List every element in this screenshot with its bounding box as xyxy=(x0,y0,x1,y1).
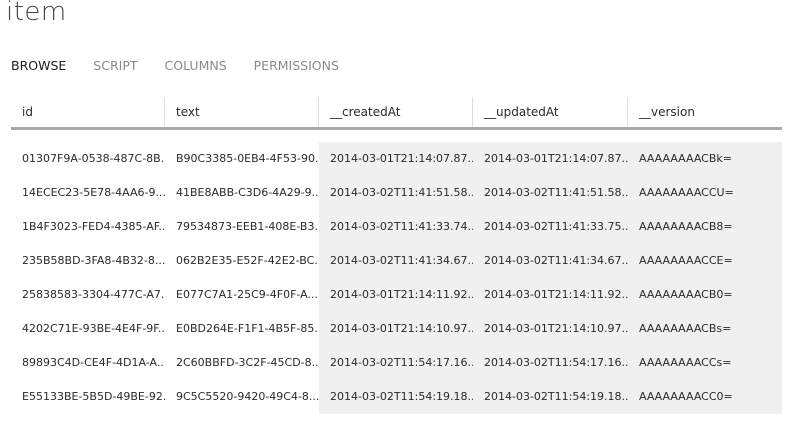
cell-text[interactable]: E0BD264E-F1F1-4B5F-85... xyxy=(165,312,319,346)
table-header: id text __createdAt __updatedAt __versio… xyxy=(11,97,782,130)
cell-id[interactable]: 1B4F3023-FED4-4385-AF... xyxy=(11,210,165,244)
cell-version[interactable]: AAAAAAAACCE= xyxy=(628,244,782,278)
cell-version[interactable]: AAAAAAAACCs= xyxy=(628,346,782,380)
cell-id[interactable]: 01307F9A-0538-487C-8B... xyxy=(11,142,165,176)
cell-text[interactable]: 41BE8ABB-C3D6-4A29-9... xyxy=(165,176,319,210)
cell-createdat[interactable]: 2014-03-01T21:14:11.92... xyxy=(319,278,473,312)
cell-updatedat[interactable]: 2014-03-01T21:14:10.97... xyxy=(473,312,628,346)
table-row[interactable]: 4202C71E-93BE-4E4F-9F... E0BD264E-F1F1-4B… xyxy=(11,312,782,346)
cell-updatedat[interactable]: 2014-03-02T11:41:51.58... xyxy=(473,176,628,210)
cell-version[interactable]: AAAAAAAACB0= xyxy=(628,278,782,312)
cell-createdat[interactable]: 2014-03-02T11:41:34.67... xyxy=(319,244,473,278)
table-body: 01307F9A-0538-487C-8B... B90C3385-0EB4-4F… xyxy=(11,142,782,414)
cell-updatedat[interactable]: 2014-03-02T11:41:33.75... xyxy=(473,210,628,244)
cell-text[interactable]: 062B2E35-E52F-42E2-BC... xyxy=(165,244,319,278)
cell-version[interactable]: AAAAAAAACB8= xyxy=(628,210,782,244)
column-header-updatedat[interactable]: __updatedAt xyxy=(473,97,628,127)
cell-id[interactable]: 89893C4D-CE4F-4D1A-A... xyxy=(11,346,165,380)
table-row[interactable]: 14ECEC23-5E78-4AA6-9... 41BE8ABB-C3D6-4A2… xyxy=(11,176,782,210)
tab-browse[interactable]: BROWSE xyxy=(11,58,66,73)
page: item BROWSE SCRIPT COLUMNS PERMISSIONS i… xyxy=(0,0,790,433)
column-header-createdat[interactable]: __createdAt xyxy=(319,97,473,127)
tab-columns[interactable]: COLUMNS xyxy=(165,58,227,73)
cell-text[interactable]: E077C7A1-25C9-4F0F-A... xyxy=(165,278,319,312)
table-row[interactable]: 235B58BD-3FA8-4B32-8... 062B2E35-E52F-42E… xyxy=(11,244,782,278)
cell-id[interactable]: 4202C71E-93BE-4E4F-9F... xyxy=(11,312,165,346)
cell-createdat[interactable]: 2014-03-02T11:41:51.58... xyxy=(319,176,473,210)
tab-permissions[interactable]: PERMISSIONS xyxy=(254,58,339,73)
cell-version[interactable]: AAAAAAAACC0= xyxy=(628,380,782,414)
tab-bar: BROWSE SCRIPT COLUMNS PERMISSIONS xyxy=(11,58,366,73)
cell-updatedat[interactable]: 2014-03-02T11:54:17.16... xyxy=(473,346,628,380)
data-table: id text __createdAt __updatedAt __versio… xyxy=(11,97,782,414)
table-row[interactable]: 89893C4D-CE4F-4D1A-A... 2C60BBFD-3C2F-45C… xyxy=(11,346,782,380)
cell-createdat[interactable]: 2014-03-02T11:54:19.18... xyxy=(319,380,473,414)
cell-updatedat[interactable]: 2014-03-02T11:41:34.67... xyxy=(473,244,628,278)
table-row[interactable]: E55133BE-5B5D-49BE-92... 9C5C5520-9420-49… xyxy=(11,380,782,414)
cell-createdat[interactable]: 2014-03-02T11:54:17.16... xyxy=(319,346,473,380)
cell-text[interactable]: B90C3385-0EB4-4F53-90... xyxy=(165,142,319,176)
cell-createdat[interactable]: 2014-03-01T21:14:07.87... xyxy=(319,142,473,176)
tab-script[interactable]: SCRIPT xyxy=(93,58,137,73)
cell-updatedat[interactable]: 2014-03-01T21:14:11.92... xyxy=(473,278,628,312)
table-row[interactable]: 25838583-3304-477C-A7... E077C7A1-25C9-4F… xyxy=(11,278,782,312)
column-header-id[interactable]: id xyxy=(11,97,165,127)
cell-text[interactable]: 79534873-EEB1-408E-B3... xyxy=(165,210,319,244)
cell-text[interactable]: 2C60BBFD-3C2F-45CD-8... xyxy=(165,346,319,380)
column-header-version[interactable]: __version xyxy=(628,97,782,127)
cell-id[interactable]: E55133BE-5B5D-49BE-92... xyxy=(11,380,165,414)
cell-createdat[interactable]: 2014-03-01T21:14:10.97... xyxy=(319,312,473,346)
table-row[interactable]: 1B4F3023-FED4-4385-AF... 79534873-EEB1-40… xyxy=(11,210,782,244)
cell-text[interactable]: 9C5C5520-9420-49C4-8... xyxy=(165,380,319,414)
cell-version[interactable]: AAAAAAAACBk= xyxy=(628,142,782,176)
cell-id[interactable]: 235B58BD-3FA8-4B32-8... xyxy=(11,244,165,278)
table-row[interactable]: 01307F9A-0538-487C-8B... B90C3385-0EB4-4F… xyxy=(11,142,782,176)
cell-updatedat[interactable]: 2014-03-01T21:14:07.87... xyxy=(473,142,628,176)
column-header-text[interactable]: text xyxy=(165,97,319,127)
cell-createdat[interactable]: 2014-03-02T11:41:33.74... xyxy=(319,210,473,244)
cell-version[interactable]: AAAAAAAACCU= xyxy=(628,176,782,210)
cell-id[interactable]: 25838583-3304-477C-A7... xyxy=(11,278,165,312)
cell-updatedat[interactable]: 2014-03-02T11:54:19.18... xyxy=(473,380,628,414)
page-title: item xyxy=(6,0,67,27)
cell-version[interactable]: AAAAAAAACBs= xyxy=(628,312,782,346)
cell-id[interactable]: 14ECEC23-5E78-4AA6-9... xyxy=(11,176,165,210)
